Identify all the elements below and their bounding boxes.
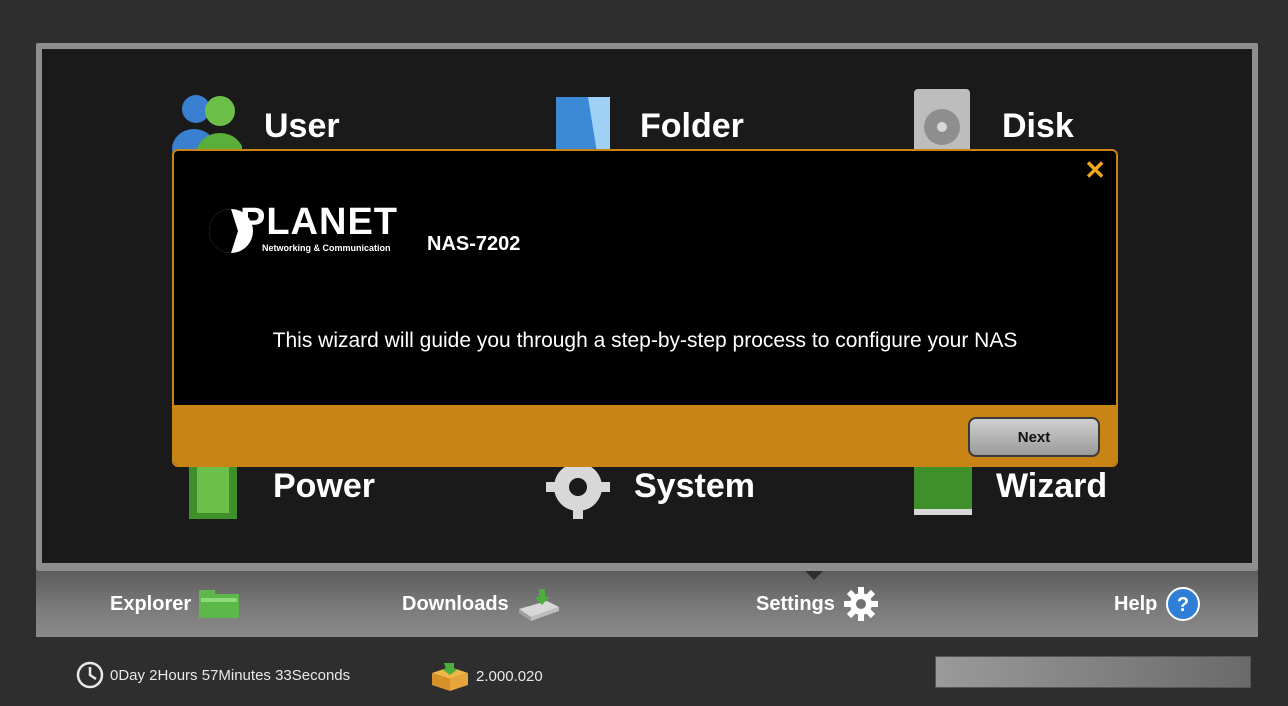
uptime-status: 0Day 2Hours 57Minutes 33Seconds bbox=[76, 661, 350, 689]
uptime-text: 0Day 2Hours 57Minutes 33Seconds bbox=[110, 666, 351, 684]
download-drive-icon bbox=[518, 589, 559, 621]
toolbar-settings[interactable]: Settings bbox=[756, 571, 879, 637]
settings-active-indicator bbox=[805, 571, 823, 580]
next-button[interactable]: Next bbox=[968, 417, 1100, 457]
firmware-version: 2.000.020 bbox=[476, 667, 543, 685]
app-disk-label: Disk bbox=[1002, 107, 1074, 145]
model-name: NAS-7202 bbox=[427, 233, 521, 255]
help-icon: ? bbox=[1166, 587, 1201, 621]
brand-name: PLANET bbox=[240, 201, 398, 243]
bottom-toolbar: Explorer Downloads Settings Help ? bbox=[36, 571, 1258, 637]
app-user-label: User bbox=[264, 107, 340, 145]
wizard-dialog: ✕ PLANET Networking & Communication NAS-… bbox=[172, 149, 1118, 467]
explorer-label: Explorer bbox=[110, 592, 192, 615]
downloads-label: Downloads bbox=[402, 592, 509, 615]
help-label: Help bbox=[1114, 592, 1158, 615]
toolbar-downloads[interactable]: Downloads bbox=[402, 571, 561, 637]
app-power-label: Power bbox=[273, 467, 376, 505]
toolbar-explorer[interactable]: Explorer bbox=[110, 571, 240, 637]
package-update-icon bbox=[432, 663, 468, 691]
gear-icon bbox=[843, 587, 878, 621]
storage-meter bbox=[935, 656, 1251, 688]
svg-text:?: ? bbox=[1177, 594, 1189, 616]
settings-label: Settings bbox=[756, 592, 835, 615]
toolbar-help[interactable]: Help ? bbox=[1114, 571, 1201, 637]
close-icon[interactable]: ✕ bbox=[1084, 157, 1106, 183]
dialog-footer: Next bbox=[174, 405, 1116, 465]
brand-tagline: Networking & Communication bbox=[262, 243, 391, 253]
clock-icon bbox=[76, 661, 104, 689]
folder-icon bbox=[199, 590, 240, 618]
firmware-status: 2.000.020 bbox=[430, 661, 543, 691]
app-folder-label: Folder bbox=[640, 107, 744, 145]
app-system-label: System bbox=[634, 467, 755, 505]
wizard-message: This wizard will guide you through a ste… bbox=[272, 329, 1018, 352]
app-wizard-label: Wizard bbox=[996, 467, 1108, 505]
